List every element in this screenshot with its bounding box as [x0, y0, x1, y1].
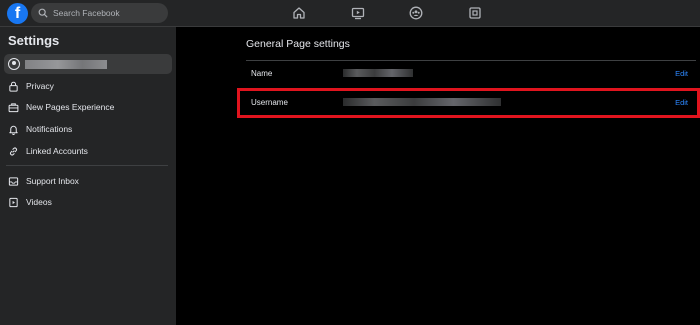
gaming-icon[interactable]: [468, 6, 482, 20]
sidebar-item-videos[interactable]: Videos: [8, 194, 52, 210]
bell-icon: [8, 124, 19, 135]
groups-icon[interactable]: [409, 6, 423, 20]
link-icon: [8, 146, 19, 157]
sidebar-item-new-pages-experience[interactable]: New Pages Experience: [8, 99, 114, 115]
facebook-logo[interactable]: f: [7, 3, 28, 24]
username-highlight-box: [237, 88, 700, 118]
sidebar-item-label: Videos: [26, 197, 52, 207]
sidebar-item-privacy[interactable]: Privacy: [8, 78, 54, 94]
main-content: General Page settings Name Edit Username…: [176, 27, 700, 325]
sidebar-item-label: Notifications: [26, 124, 73, 134]
watch-icon[interactable]: [351, 6, 365, 20]
sidebar-item-label: Privacy: [26, 81, 54, 91]
inbox-icon: [8, 176, 19, 187]
sidebar-item-profile[interactable]: [4, 54, 172, 74]
lock-icon: [8, 81, 19, 92]
sidebar-divider: [6, 165, 168, 166]
setting-label: Name: [251, 69, 273, 78]
sidebar-item-linked-accounts[interactable]: Linked Accounts: [8, 143, 88, 159]
top-bar: f: [0, 0, 700, 27]
video-icon: [8, 197, 19, 208]
profile-icon: [8, 58, 20, 70]
sidebar-item-notifications[interactable]: Notifications: [8, 121, 72, 137]
search-box[interactable]: [31, 3, 168, 23]
page-title: General Page settings: [246, 38, 350, 50]
briefcase-icon: [8, 102, 19, 113]
sidebar-item-label: New Pages Experience: [26, 102, 115, 112]
sidebar-item-support-inbox[interactable]: Support Inbox: [8, 173, 79, 189]
home-icon[interactable]: [292, 6, 306, 20]
setting-row-name[interactable]: Name Edit: [238, 60, 696, 88]
sidebar-title: Settings: [8, 33, 60, 48]
edit-name-link[interactable]: Edit: [675, 69, 688, 78]
search-input[interactable]: [53, 8, 163, 18]
redacted-name-value: [343, 69, 413, 77]
sidebar-item-label: Linked Accounts: [26, 146, 88, 156]
search-icon: [38, 8, 48, 18]
sidebar-item-label: Support Inbox: [26, 176, 79, 186]
settings-sidebar: Settings Privacy New Pages Experience No…: [0, 27, 176, 325]
redacted-profile-name: [25, 59, 107, 69]
